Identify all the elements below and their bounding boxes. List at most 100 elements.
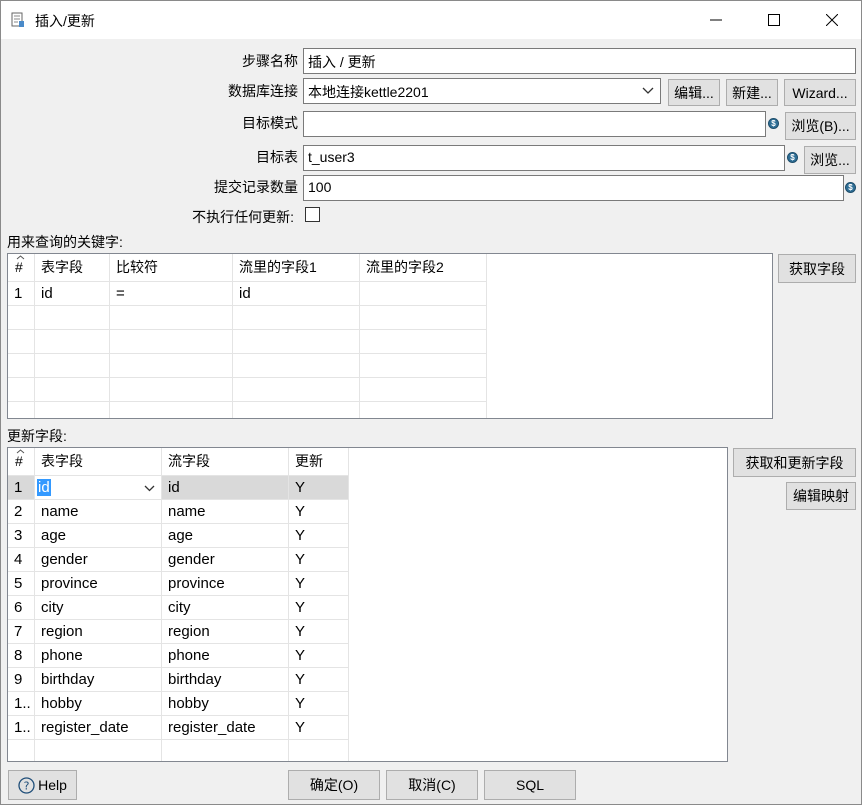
table-row-num: 7 [8, 620, 35, 644]
update-flag-cell[interactable]: Y [289, 596, 349, 620]
empty-cell [233, 330, 360, 354]
update-table-field-cell[interactable]: birthday [35, 668, 162, 692]
update-stream-field-cell[interactable]: name [162, 500, 289, 524]
keys-stream-field1-cell[interactable]: id [233, 282, 360, 306]
target-schema-input[interactable] [303, 111, 766, 137]
title-bar: 插入/更新 [1, 1, 861, 39]
update-col-stream-field[interactable]: 流字段 [162, 448, 289, 476]
update-table-field-combo[interactable]: id [35, 476, 162, 500]
update-stream-field-cell[interactable]: hobby [162, 692, 289, 716]
keys-col-table-field[interactable]: 表字段 [35, 254, 110, 282]
keys-stream-field2-cell[interactable] [360, 282, 487, 306]
table-row-num: 8 [8, 644, 35, 668]
empty-cell [289, 740, 349, 761]
ok-button[interactable]: 确定(O) [288, 770, 380, 800]
update-flag-cell[interactable]: Y [289, 548, 349, 572]
keys-col-stream-field2[interactable]: 流里的字段2 [360, 254, 487, 282]
db-connection-value: 本地连接kettle2201 [308, 84, 429, 100]
update-col-num: # [8, 448, 35, 476]
browse-table-button[interactable]: 浏览... [804, 146, 856, 174]
target-table-input[interactable]: t_user3 [303, 145, 785, 171]
update-flag-cell[interactable]: Y [289, 644, 349, 668]
table-row-num: 5 [8, 572, 35, 596]
empty-cell [8, 354, 35, 378]
update-table-field-cell[interactable]: register_date [35, 716, 162, 740]
maximize-button[interactable] [745, 1, 803, 39]
help-button[interactable]: ? Help [8, 770, 77, 800]
minimize-button[interactable] [687, 1, 745, 39]
empty-cell [35, 306, 110, 330]
new-connection-button[interactable]: 新建... [726, 79, 778, 106]
sql-button[interactable]: SQL [484, 770, 576, 800]
update-stream-field-cell[interactable]: phone [162, 644, 289, 668]
update-flag-cell[interactable]: Y [289, 476, 349, 500]
empty-cell [110, 378, 233, 402]
edit-connection-button[interactable]: 编辑... [668, 79, 720, 106]
update-col-update[interactable]: 更新 [289, 448, 349, 476]
empty-cell [360, 402, 487, 418]
empty-cell [360, 306, 487, 330]
update-stream-field-cell[interactable]: province [162, 572, 289, 596]
empty-cell [360, 354, 487, 378]
update-table-field-cell[interactable]: hobby [35, 692, 162, 716]
empty-cell [233, 354, 360, 378]
empty-cell [233, 378, 360, 402]
empty-cell [110, 354, 233, 378]
browse-schema-button[interactable]: 浏览(B)... [785, 112, 856, 140]
keys-comparator-cell[interactable]: = [110, 282, 233, 306]
update-table-field-cell[interactable]: region [35, 620, 162, 644]
update-stream-field-cell[interactable]: gender [162, 548, 289, 572]
step-name-input[interactable]: 插入 / 更新 [303, 48, 856, 74]
update-table-field-cell[interactable]: name [35, 500, 162, 524]
step-name-label: 步骤名称 [242, 53, 298, 69]
update-stream-field-cell[interactable]: age [162, 524, 289, 548]
target-table-label: 目标表 [256, 149, 298, 165]
empty-cell [8, 306, 35, 330]
chevron-down-icon [642, 87, 654, 94]
update-stream-field-cell[interactable]: id [162, 476, 289, 500]
cancel-button[interactable]: 取消(C) [386, 770, 478, 800]
no-update-checkbox[interactable] [305, 207, 320, 222]
get-fields-button[interactable]: 获取字段 [778, 254, 856, 283]
empty-cell [110, 330, 233, 354]
dollar-variable-icon: $ [787, 152, 798, 163]
update-flag-cell[interactable]: Y [289, 524, 349, 548]
update-col-table-field[interactable]: 表字段 [35, 448, 162, 476]
update-table-field-cell[interactable]: phone [35, 644, 162, 668]
close-button[interactable] [803, 1, 861, 39]
update-flag-cell[interactable]: Y [289, 716, 349, 740]
update-table-field-cell[interactable]: gender [35, 548, 162, 572]
keys-col-stream-field1[interactable]: 流里的字段1 [233, 254, 360, 282]
wizard-button[interactable]: Wizard... [784, 79, 856, 106]
update-flag-cell[interactable]: Y [289, 668, 349, 692]
maximize-icon [768, 14, 780, 26]
edit-mapping-button[interactable]: 编辑映射 [786, 482, 856, 510]
update-flag-cell[interactable]: Y [289, 692, 349, 716]
db-connection-select[interactable]: 本地连接kettle2201 [303, 78, 661, 104]
keys-col-num: # [8, 254, 35, 282]
help-circle-icon: ? [18, 776, 35, 794]
update-flag-cell[interactable]: Y [289, 500, 349, 524]
keys-table-field-cell[interactable]: id [35, 282, 110, 306]
update-stream-field-cell[interactable]: register_date [162, 716, 289, 740]
update-table-field-cell[interactable]: city [35, 596, 162, 620]
table-row-num: 1 [8, 476, 35, 500]
close-icon [826, 14, 838, 26]
update-stream-field-cell[interactable]: birthday [162, 668, 289, 692]
dollar-variable-icon: $ [768, 118, 779, 129]
update-flag-cell[interactable]: Y [289, 620, 349, 644]
sort-up-icon [16, 255, 25, 260]
update-stream-field-cell[interactable]: region [162, 620, 289, 644]
update-flag-cell[interactable]: Y [289, 572, 349, 596]
get-update-fields-button[interactable]: 获取和更新字段 [733, 448, 856, 477]
table-row-num: 1 [8, 282, 35, 306]
help-label: Help [38, 777, 67, 793]
keys-col-comparator[interactable]: 比较符 [110, 254, 233, 282]
empty-cell [8, 402, 35, 418]
update-table-field-cell[interactable]: province [35, 572, 162, 596]
update-table-field-cell[interactable]: age [35, 524, 162, 548]
update-stream-field-cell[interactable]: city [162, 596, 289, 620]
empty-cell [233, 306, 360, 330]
commit-size-input[interactable]: 100 [303, 175, 844, 201]
empty-cell [8, 740, 35, 761]
